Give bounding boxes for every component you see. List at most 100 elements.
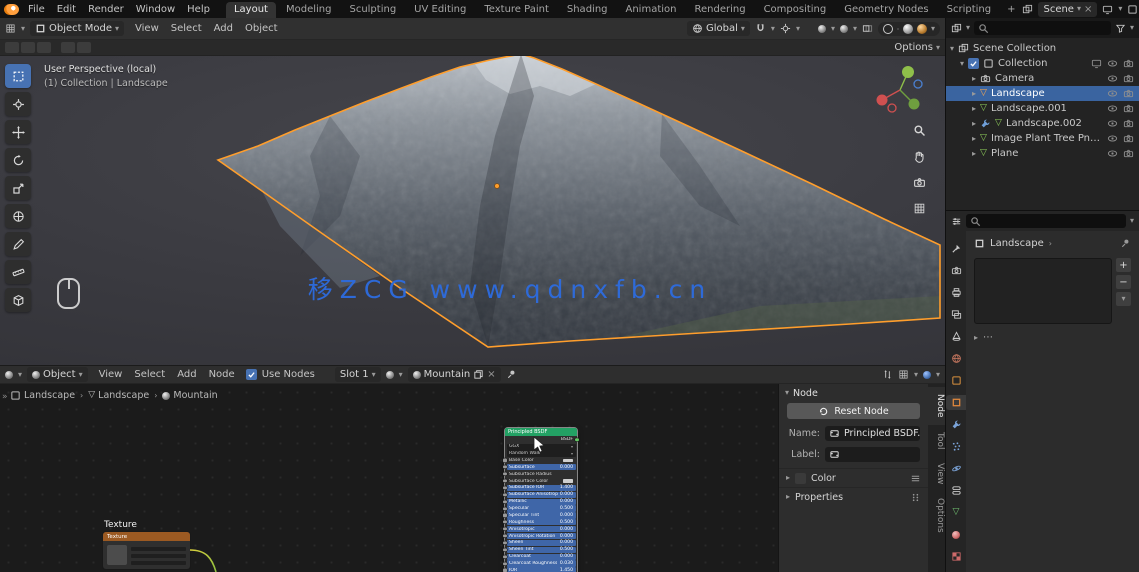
shader-node-row-base-color[interactable]: Base Color — [507, 457, 576, 463]
tool-rotate-button[interactable] — [5, 148, 31, 172]
chevron-down-icon[interactable]: ▾ — [914, 370, 918, 379]
breadcrumb-object-label[interactable]: Landscape — [990, 238, 1044, 249]
hamburger-menu-icon[interactable] — [910, 473, 921, 484]
breadcrumb-item-mountain[interactable]: Mountain — [162, 390, 218, 401]
shader-node-row-subsurface-color[interactable]: Subsurface Color — [507, 478, 576, 484]
expand-caret-icon[interactable]: ▸ — [972, 104, 976, 113]
outliner-row-collection[interactable]: ▾ Collection — [946, 56, 1139, 71]
viewport-menu-view[interactable]: View — [129, 20, 165, 37]
filter-funnel-icon[interactable] — [1115, 23, 1126, 34]
eye-icon[interactable] — [1107, 88, 1118, 99]
workspace-tab-rendering[interactable]: Rendering — [686, 2, 753, 18]
options-dropdown[interactable]: Options ▾ — [894, 42, 940, 53]
eye-icon[interactable] — [1107, 103, 1118, 114]
chevron-down-icon[interactable]: ▾ — [966, 24, 970, 32]
properties-tab-particles[interactable] — [946, 439, 966, 454]
menu-render[interactable]: Render — [82, 1, 130, 18]
tool-measure-button[interactable] — [5, 260, 31, 284]
expand-caret-icon[interactable]: ▸ — [972, 89, 976, 98]
collapsed-panel-row[interactable]: ▸ ⋯ — [974, 332, 1131, 343]
chevron-down-icon[interactable]: ▾ — [18, 370, 22, 379]
chevron-down-icon[interactable]: ▾ — [796, 24, 800, 33]
outliner-row-landscape-002[interactable]: ▸ ▽ Landscape.002 — [946, 116, 1139, 131]
eye-icon[interactable] — [1107, 73, 1118, 84]
add-workspace-button[interactable]: + — [1001, 4, 1021, 15]
texture-node-header[interactable]: Texture — [103, 532, 190, 541]
chevron-down-icon[interactable]: ▾ — [936, 370, 940, 379]
viewport-3d[interactable]: User Perspective (local) (1) Collection … — [0, 56, 945, 365]
workspace-tab-compositing[interactable]: Compositing — [756, 2, 835, 18]
properties-tab-constraints[interactable] — [946, 483, 966, 498]
shader-node-row-anisotropic[interactable]: Anisotropic 0.000 — [506, 526, 576, 533]
unlink-material-button[interactable]: × — [487, 369, 495, 380]
proportional-edit-icon[interactable] — [780, 23, 791, 34]
color-checkbox[interactable] — [795, 472, 807, 484]
outliner-row-image-plant-tree-png-c[interactable]: ▸ ▽ Image Plant Tree Png C — [946, 131, 1139, 146]
shader-type-selector[interactable]: Object ▾ — [27, 367, 88, 382]
scene-selector[interactable]: Scene ▾ × — [1038, 1, 1098, 17]
pin-icon[interactable] — [1120, 238, 1131, 249]
add-slot-button[interactable]: + — [1116, 258, 1131, 272]
properties-tab-material[interactable] — [946, 527, 966, 542]
texture-node-row[interactable] — [131, 547, 186, 551]
workspace-tab-geometry-nodes[interactable]: Geometry Nodes — [836, 2, 936, 18]
workspace-tab-modeling[interactable]: Modeling — [278, 2, 340, 18]
workspace-tab-uv-editing[interactable]: UV Editing — [406, 2, 474, 18]
sidebar-tab-tool[interactable]: Tool — [928, 425, 945, 456]
drag-dots-icon[interactable] — [910, 492, 921, 503]
sidebar-tab-node[interactable]: Node — [928, 387, 945, 425]
properties-tab-object[interactable] — [946, 395, 966, 410]
expand-caret-icon[interactable]: ▾ — [950, 44, 954, 53]
node-panel-header[interactable]: ▾ Node — [779, 384, 928, 402]
shader-node-row-clearcoat-roughness[interactable]: Clearcoat Roughness 0.030 — [506, 560, 576, 567]
sidebar-tab-view[interactable]: View — [928, 456, 945, 491]
outliner-row-camera[interactable]: ▸ Camera — [946, 71, 1139, 86]
swap-arrows-icon[interactable] — [882, 369, 893, 380]
expand-caret-icon[interactable]: ▸ — [972, 74, 976, 83]
xray-toggle-icon[interactable] — [862, 23, 873, 34]
shader-node-row-roughness[interactable]: Roughness 0.500 — [506, 519, 576, 526]
outliner-row-scene-collection[interactable]: ▾ Scene Collection — [946, 41, 1139, 56]
viewport-pan-hand-button[interactable] — [913, 150, 926, 166]
texture-thumbnail[interactable] — [107, 545, 127, 565]
tool-settings-toggle-5[interactable] — [77, 42, 91, 53]
tool-settings-toggle-3[interactable] — [37, 42, 51, 53]
remove-slot-button[interactable]: − — [1116, 275, 1131, 289]
shader-node-row-clearcoat[interactable]: Clearcoat 0.000 — [506, 553, 576, 560]
texture-node-row[interactable] — [131, 554, 186, 558]
tool-box-select-button[interactable] — [5, 64, 31, 88]
workspace-tab-sculpting[interactable]: Sculpting — [341, 2, 404, 18]
viewport-camera-view-button[interactable] — [913, 176, 926, 192]
copy-material-icon[interactable] — [473, 369, 484, 380]
shader-node-row-subsurface-ior[interactable]: Subsurface IOR 1.400 — [506, 484, 576, 491]
properties-tab-physics[interactable] — [946, 461, 966, 476]
tool-settings-toggle-2[interactable] — [21, 42, 35, 53]
snap-magnet-icon[interactable] — [755, 23, 766, 34]
properties-editor-icon[interactable] — [951, 216, 962, 227]
viewport-zoom-button[interactable] — [913, 124, 926, 140]
shader-node-row-specular-tint[interactable]: Specular Tint 0.000 — [506, 512, 576, 519]
use-nodes-checkbox[interactable] — [245, 369, 257, 380]
viewport-menu-select[interactable]: Select — [165, 20, 208, 37]
overlay-sphere-icon[interactable] — [922, 370, 931, 379]
chevron-down-icon[interactable]: ▾ — [1130, 217, 1134, 225]
eye-icon[interactable] — [1107, 58, 1118, 69]
chevron-down-icon[interactable]: ▾ — [931, 24, 935, 33]
landscape-mesh[interactable] — [0, 56, 945, 365]
expand-caret-icon[interactable]: ▾ — [960, 59, 964, 68]
expand-caret-icon[interactable]: ▸ — [972, 149, 976, 158]
eye-icon[interactable] — [1107, 133, 1118, 144]
breadcrumb-item-landscape[interactable]: ▽ Landscape — [88, 390, 149, 401]
node-header-bar[interactable]: Principled BSDF — [505, 428, 577, 436]
chevron-down-icon[interactable]: ▾ — [1118, 5, 1122, 13]
chevron-down-icon[interactable]: ▾ — [399, 370, 403, 379]
outliner-search-input[interactable] — [974, 21, 1111, 35]
pin-icon[interactable] — [506, 369, 517, 380]
properties-tab-scene[interactable] — [946, 329, 966, 344]
unlink-scene-button[interactable]: × — [1084, 4, 1092, 15]
tool-add-cube-button[interactable] — [5, 288, 31, 312]
properties-tab-output[interactable] — [946, 285, 966, 300]
shader-node-row-sheen[interactable]: Sheen 0.000 — [506, 539, 576, 546]
node-name-input[interactable]: Principled BSDF.... — [825, 426, 920, 441]
navigation-gizmo[interactable] — [872, 60, 928, 120]
